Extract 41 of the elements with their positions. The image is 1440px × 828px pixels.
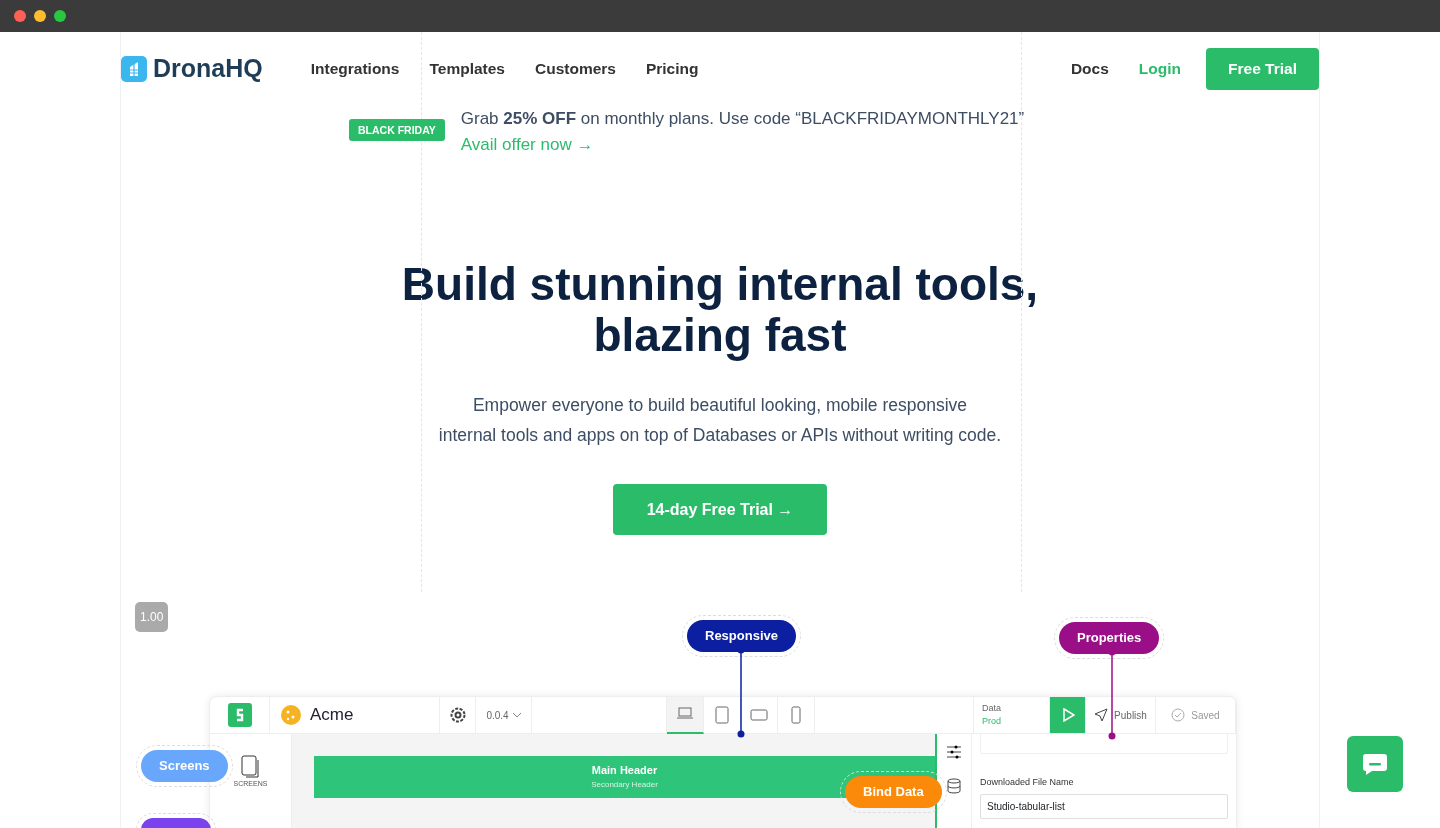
header-title: Main Header [590,763,659,778]
header-subtitle: Secondary Header [590,778,659,791]
data-label: Data [982,701,1001,715]
sliders-icon[interactable] [946,744,962,760]
tablet-icon [713,706,731,724]
nav-link[interactable]: Integrations [310,57,400,81]
logo-icon [121,56,147,82]
nav-link[interactable]: Docs [1070,57,1109,81]
caret-icon [512,712,521,718]
brand-name[interactable]: DronaHQ [153,50,263,88]
nav-link[interactable]: Pricing [645,57,699,81]
check-circle-icon [1171,708,1186,722]
promo-badge: BLACK FRIDAY [349,119,445,141]
landscape-icon [750,706,768,724]
nav-link[interactable]: Customers [534,57,616,81]
play-icon [1060,708,1075,722]
send-icon [1094,708,1109,722]
database-icon[interactable] [946,778,962,794]
app-name: Acme [310,704,354,727]
promo-text: Grab 25% OFF on monthly plans. Use code “BLACKFRIDAYMONTHLY21” [460,108,1025,130]
hero-subtitle: Empower everyone to build beautiful looking, mobile responsive internal tools and apps on top of Databases or APIs without writing code. [437,394,1003,448]
nav-link[interactable]: Templates [429,57,505,81]
window-minimize-button[interactable] [34,10,46,22]
window-zoom-button[interactable] [54,10,66,22]
zoom-badge: 1.00 [135,602,169,632]
publish-label[interactable]: Publish [1114,707,1147,723]
version-dropdown[interactable]: 0.0.4 [486,707,509,723]
field-label: Downloaded File Name [980,776,1075,789]
saved-status: Saved [1191,708,1220,723]
callout-label: Properties [1059,622,1160,654]
cookie-icon [280,704,302,726]
input-field[interactable]: Studio-tabular-list [980,793,1228,819]
settings-icon[interactable] [449,707,466,723]
callout-label: Responsive [687,620,796,652]
callout-label: Screens [141,750,228,782]
chat-icon [1362,752,1388,776]
window-close-button[interactable] [14,10,26,22]
screens-icon[interactable] [240,754,261,779]
callout-label: Bind Data [845,776,942,808]
app-logo-icon [227,703,252,727]
hero-heading: Build stunning internal tools, blazing fast [400,259,1040,361]
